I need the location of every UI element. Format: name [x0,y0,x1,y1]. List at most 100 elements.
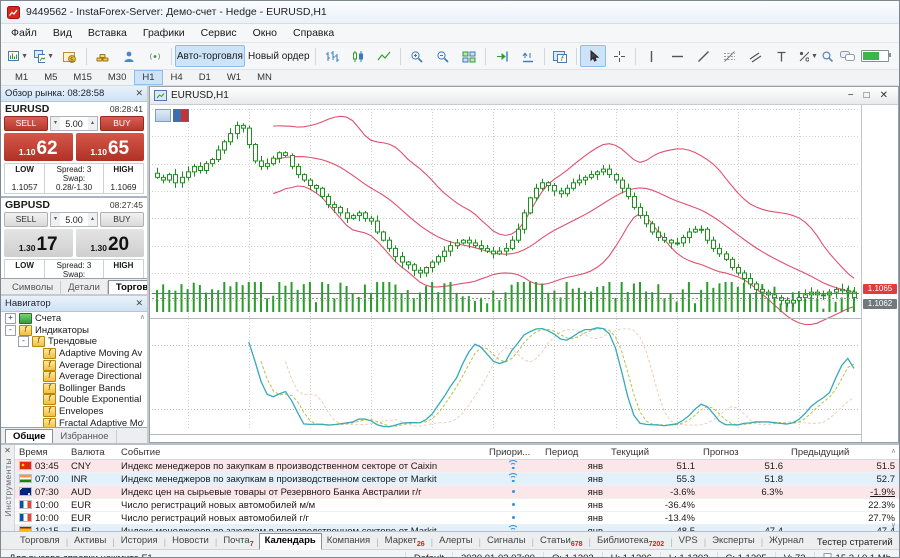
signal-broadcast-button[interactable] [142,45,168,67]
bottom-tab-маркет[interactable]: Маркет26 [380,534,430,549]
timeframe-m30[interactable]: M30 [100,70,134,85]
ask-price-box[interactable]: 1.3020 [76,229,145,257]
text-tool-button[interactable] [769,45,795,67]
symbol-header[interactable]: GBPUSD08:27:45 [1,198,147,211]
tree-item-9[interactable]: fFractal Adaptive Mo [1,417,147,427]
market-watch-tab-2[interactable]: Торговля [108,280,147,294]
calendar-row[interactable]: 10:00EURЧисло регистраций новых автомоби… [15,499,899,512]
bottom-tab-статьи[interactable]: Статьи678 [535,534,587,549]
calendar-column-4[interactable]: Период [541,445,607,460]
fibonacci-tool-button[interactable] [717,45,743,67]
line-chart-mode-button[interactable] [371,45,397,67]
symbol-header[interactable]: EURUSD08:28:41 [1,102,147,115]
calendar-row[interactable]: 10:00EURЧисло регистраций новых автомоби… [15,512,899,525]
tree-item-2[interactable]: -fТрендовые [1,336,147,348]
trendline-tool-button[interactable] [691,45,717,67]
calendar-row[interactable]: 07:30AUDИндекс цен на сырьевые товары от… [15,486,899,499]
menu-item-4[interactable]: Сервис [193,26,245,40]
bottom-tab-vps[interactable]: VPS [674,534,703,549]
menu-item-3[interactable]: Графики [135,26,193,40]
timeframe-mn[interactable]: MN [249,70,280,85]
timeframe-m5[interactable]: M5 [36,70,65,85]
calendar-column-5[interactable]: Текущий [607,445,699,460]
menu-item-5[interactable]: Окно [245,26,285,40]
calendar-column-0[interactable]: Время [15,445,67,460]
crosshair-tool-button[interactable] [606,45,632,67]
tile-windows-button[interactable] [456,45,482,67]
market-watch-button[interactable]: $ [57,45,83,67]
chevron-down-icon[interactable]: ▼ [811,53,818,60]
tree-item-4[interactable]: fAverage Directional [1,359,147,371]
price-chart-canvas[interactable] [150,105,861,442]
market-watch-tab-0[interactable]: Символы [5,281,61,294]
one-click-trade-icon[interactable] [173,109,189,122]
vertical-line-tool-button[interactable] [639,45,665,67]
scroll-up-icon[interactable]: ∧ [891,447,896,455]
scroll-up-icon[interactable]: ∧ [140,313,145,321]
search-icon[interactable] [821,50,834,63]
scroll-down-icon[interactable]: ∨ [891,521,896,529]
volume-decrement-icon[interactable]: ▾ [51,117,60,130]
timeframe-d1[interactable]: D1 [191,70,219,85]
calendar-column-2[interactable]: Событие [117,445,485,460]
profiles-button[interactable]: ▼ [31,45,57,67]
chevron-down-icon[interactable]: ▼ [47,53,54,60]
auto-scroll-button[interactable] [489,45,515,67]
bottom-tab-компания[interactable]: Компания [322,534,375,549]
tree-item-3[interactable]: fAdaptive Moving Av [1,348,147,360]
tree-item-7[interactable]: fDouble Exponential [1,394,147,406]
menu-item-6[interactable]: Справка [285,26,342,40]
expand-icon[interactable]: + [5,313,16,324]
timeframe-m1[interactable]: M1 [7,70,36,85]
minimize-icon[interactable]: − [848,90,854,101]
bottom-tab-эксперты[interactable]: Эксперты [707,534,760,549]
new-order-button[interactable]: Новый ордер [245,45,312,67]
tree-item-1[interactable]: -fИндикаторы [1,325,147,337]
close-icon[interactable]: ✕ [4,446,11,455]
bottom-tab-сигналы[interactable]: Сигналы [482,534,531,549]
bottom-tab-история[interactable]: История [116,534,163,549]
candlestick-mode-button[interactable] [345,45,371,67]
bid-price-box[interactable]: 1.1062 [4,133,73,161]
bottom-tab-торговля[interactable]: Торговля [15,534,65,549]
volume-increment-icon[interactable]: ▴ [88,117,97,130]
bottom-tab-календарь[interactable]: Календарь [259,533,322,550]
timeframe-m15[interactable]: M15 [65,70,99,85]
strategy-tester-label[interactable]: Тестер стратегий [809,536,900,549]
navigator-tab-1[interactable]: Избранное [53,430,116,443]
scroll-down-icon[interactable]: ∨ [140,418,145,426]
market-watch-header[interactable]: Обзор рынка: 08:28:58 ✕ [1,86,147,102]
bid-price-box[interactable]: 1.3017 [4,229,73,257]
close-icon[interactable]: ✕ [135,88,143,99]
one-click-trading-widget[interactable] [155,109,189,122]
buy-button[interactable]: BUY [100,116,144,131]
calendar-column-6[interactable]: Прогноз [699,445,787,460]
zoom-out-button[interactable] [430,45,456,67]
chat-icon[interactable] [840,50,855,63]
volume-increment-icon[interactable]: ▴ [88,213,97,226]
deposit-button[interactable] [90,45,116,67]
maximize-icon[interactable]: □ [864,90,870,101]
menu-item-0[interactable]: Файл [3,26,45,40]
ask-price-box[interactable]: 1.1065 [76,133,145,161]
one-click-collapse-icon[interactable] [155,109,171,122]
new-chart-button[interactable]: ▼ [5,45,31,67]
bar-chart-mode-button[interactable] [319,45,345,67]
price-scale[interactable]: 1.1065 1.1062 [861,105,898,442]
buy-button[interactable]: BUY [100,212,144,227]
navigator-header[interactable]: Навигатор ✕ [1,296,147,312]
market-watch-tab-1[interactable]: Детали [61,281,108,294]
bottom-tab-новости[interactable]: Новости [167,534,214,549]
chart-shift-button[interactable] [515,45,541,67]
timeframe-h1[interactable]: H1 [134,70,162,85]
timeframe-h4[interactable]: H4 [163,70,191,85]
timeframe-w1[interactable]: W1 [219,70,249,85]
chart-body[interactable]: 1.1065 1.1062 [150,105,898,442]
horizontal-line-tool-button[interactable] [665,45,691,67]
close-icon[interactable]: ✕ [880,90,888,101]
indicators-list-button[interactable]: f [547,45,573,67]
navigator-tab-0[interactable]: Общие [5,429,53,443]
arrows-tool-button[interactable]: ▼ [795,45,821,67]
calendar-column-1[interactable]: Валюта [67,445,117,460]
open-account-button[interactable] [116,45,142,67]
